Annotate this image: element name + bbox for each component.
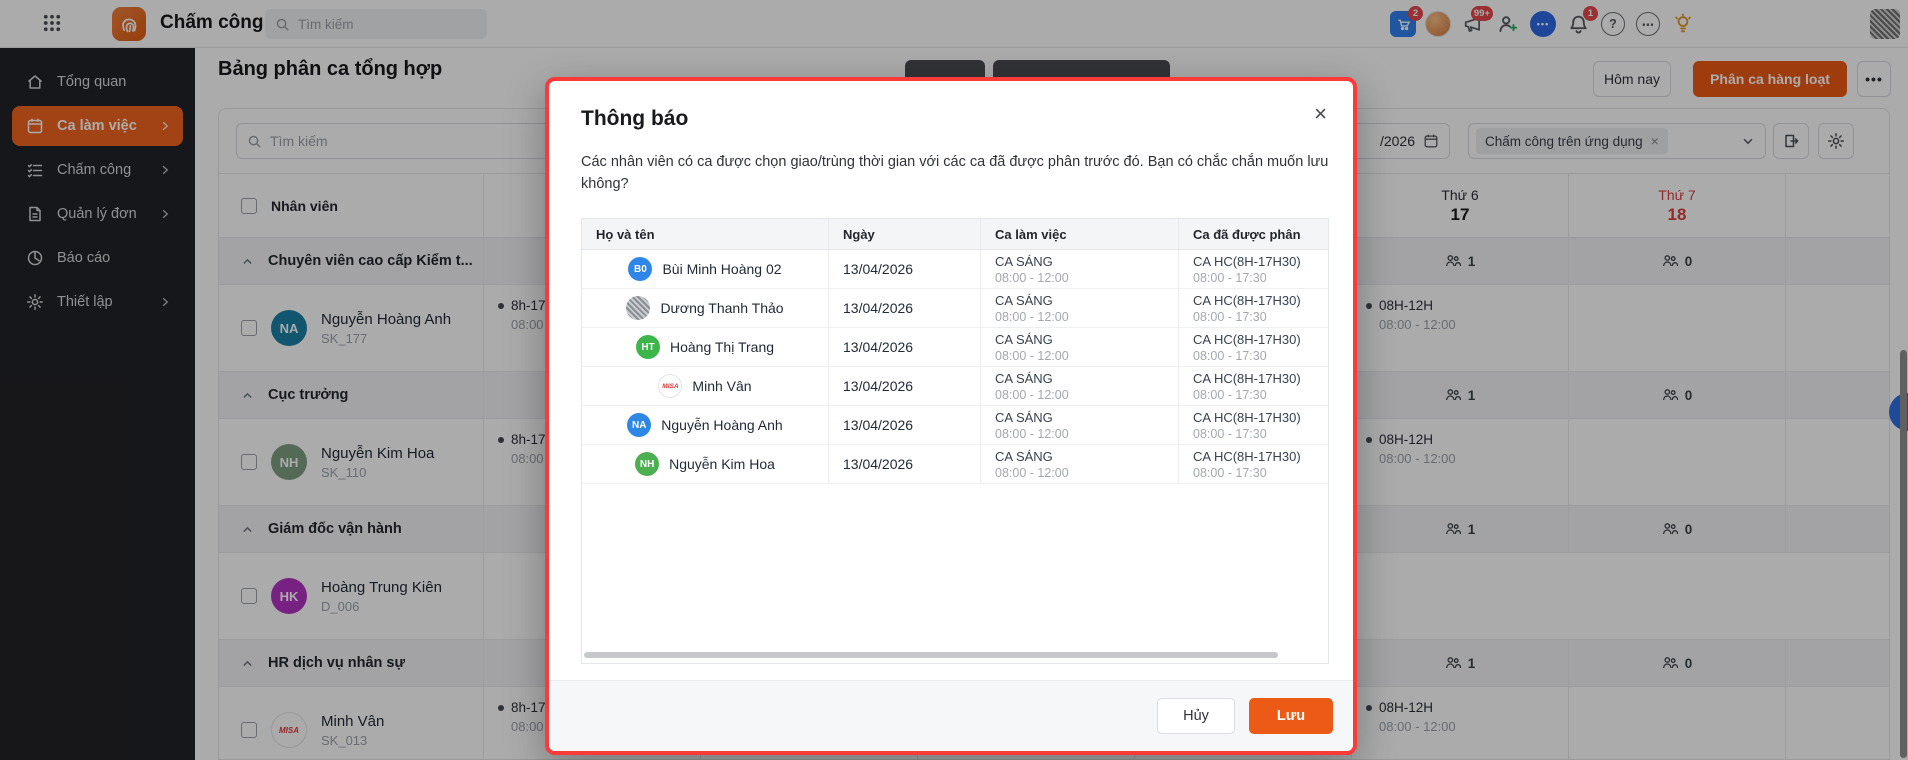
notification-modal: Thông báo × Các nhân viên có ca được chọ… [545,77,1357,755]
conflict-table: Họ và tên Ngày Ca làm việc Ca đã được ph… [581,218,1329,664]
modal-message: Các nhân viên có ca được chọn giao/trùng… [581,154,1329,192]
avatar: NH [635,452,660,476]
conflict-row: B0 Bùi Minh Hoàng 02 13/04/2026 CA SÁNG 08… [582,250,1328,289]
conflict-row: NH Nguyễn Kim Hoa 13/04/2026 CA SÁNG 08:00… [582,445,1328,484]
conflict-row: Dương Thanh Thảo 13/04/2026 CA SÁNG 08:00… [582,289,1328,328]
conflict-table-header: Họ và tên Ngày Ca làm việc Ca đã được ph… [582,219,1328,250]
conflict-row: MISA Minh Vân 13/04/2026 CA SÁNG 08:00 - 1… [582,367,1328,406]
save-button[interactable]: Lưu [1249,698,1333,734]
avatar: HT [635,335,660,359]
conflict-row: HT Hoàng Thị Trang 13/04/2026 CA SÁNG 08:0… [582,328,1328,367]
avatar: NA [627,413,652,437]
conflict-row: NA Nguyễn Hoàng Anh 13/04/2026 CA SÁNG 08:… [582,406,1328,445]
close-icon[interactable]: × [1314,103,1327,125]
horizontal-scrollbar[interactable] [584,652,1278,658]
modal-title: Thông báo [581,107,689,130]
avatar: B0 [628,257,653,281]
cancel-button[interactable]: Hủy [1157,698,1235,734]
avatar-misa-logo: MISA [658,374,683,398]
avatar-photo [626,296,651,320]
modal-footer: Hủy Lưu [549,680,1353,751]
